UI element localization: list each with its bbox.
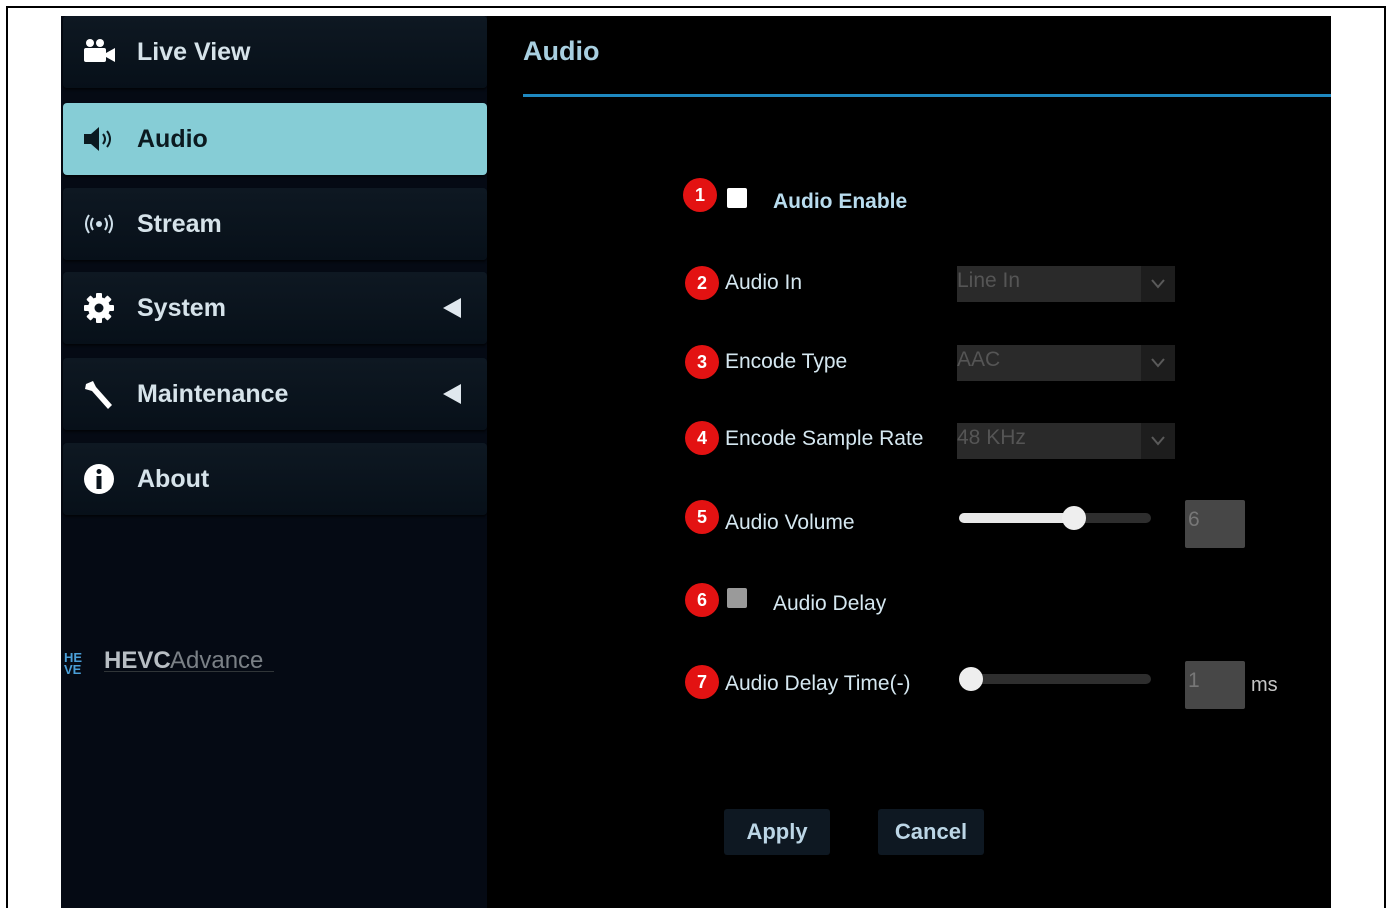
audio-in-value: Line In	[957, 269, 1021, 292]
speaker-icon	[84, 127, 111, 151]
encode-type-select[interactable]: AAC	[957, 345, 1175, 381]
slider-handle[interactable]	[959, 667, 983, 691]
audio-volume-label: Audio Volume	[725, 511, 855, 534]
apply-button[interactable]: Apply	[724, 809, 830, 855]
sidebar-item-live-view[interactable]: Live View	[63, 16, 487, 88]
audio-delay-time-label: Audio Delay Time(-)	[725, 672, 911, 695]
svg-text:HEVC: HEVC	[104, 647, 171, 674]
audio-delay-time-slider[interactable]	[959, 667, 1151, 691]
broadcast-icon	[85, 214, 113, 234]
sidebar-item-about[interactable]: About	[63, 443, 487, 515]
sidebar-item-label: About	[137, 465, 210, 493]
step-badge: 1	[683, 178, 717, 212]
step-badge: 3	[685, 345, 719, 379]
chevron-down-icon	[1141, 266, 1175, 302]
audio-delay-time-value-box[interactable]: 1	[1185, 661, 1245, 709]
delay-unit-label: ms	[1251, 674, 1278, 696]
slider-handle[interactable]	[1062, 506, 1087, 530]
audio-delay-label: Audio Delay	[773, 592, 887, 615]
audio-in-label: Audio In	[725, 271, 803, 294]
chevron-down-icon	[1141, 423, 1175, 459]
sidebar-item-label: Audio	[137, 125, 208, 153]
expand-arrow-icon	[443, 298, 461, 318]
encode-sample-rate-value: 48 KHz	[957, 426, 1026, 449]
audio-in-select[interactable]: Line In	[957, 266, 1175, 302]
audio-settings-panel: Audio 1 Audio Enable 2 Audio In Line In …	[487, 16, 1331, 908]
step-badge: 7	[685, 665, 719, 699]
gear-icon	[84, 293, 114, 323]
video-camera-icon	[84, 39, 115, 62]
svg-text:VE: VE	[64, 662, 82, 677]
sidebar-item-label: Stream	[137, 210, 222, 238]
step-badge: 4	[685, 421, 719, 455]
sidebar-item-stream[interactable]: Stream	[63, 188, 487, 260]
title-divider	[523, 94, 1331, 97]
sidebar-item-audio[interactable]: Audio	[63, 103, 487, 175]
wrench-icon	[85, 381, 112, 409]
cancel-button[interactable]: Cancel	[878, 809, 984, 855]
step-badge: 5	[685, 500, 719, 534]
info-icon	[84, 464, 114, 494]
sidebar-item-system[interactable]: System	[63, 272, 487, 344]
encode-sample-rate-select[interactable]: 48 KHz	[957, 423, 1175, 459]
encode-type-label: Encode Type	[725, 350, 848, 373]
sidebar-item-maintenance[interactable]: Maintenance	[63, 358, 487, 430]
audio-volume-value-box[interactable]: 6	[1185, 500, 1245, 548]
svg-text:Advance: Advance	[170, 647, 263, 674]
audio-volume-slider[interactable]	[959, 506, 1151, 530]
page-title: Audio	[523, 36, 600, 66]
step-badge: 2	[685, 266, 719, 300]
hevc-advance-logo: HE VE HEVC Advance	[64, 640, 294, 680]
audio-enable-checkbox[interactable]	[727, 188, 747, 208]
expand-arrow-icon	[443, 384, 461, 404]
chevron-down-icon	[1141, 345, 1175, 381]
sidebar: Live View Audio Stream System Maintenanc…	[61, 16, 487, 908]
audio-enable-label: Audio Enable	[773, 190, 908, 213]
encode-type-value: AAC	[957, 348, 1001, 371]
sidebar-item-label: System	[137, 294, 226, 322]
slider-fill	[959, 513, 1075, 523]
encode-sample-rate-label: Encode Sample Rate	[725, 427, 924, 450]
step-badge: 6	[685, 583, 719, 617]
sidebar-item-label: Live View	[137, 38, 251, 66]
audio-delay-checkbox[interactable]	[727, 588, 747, 608]
sidebar-item-label: Maintenance	[137, 380, 289, 408]
